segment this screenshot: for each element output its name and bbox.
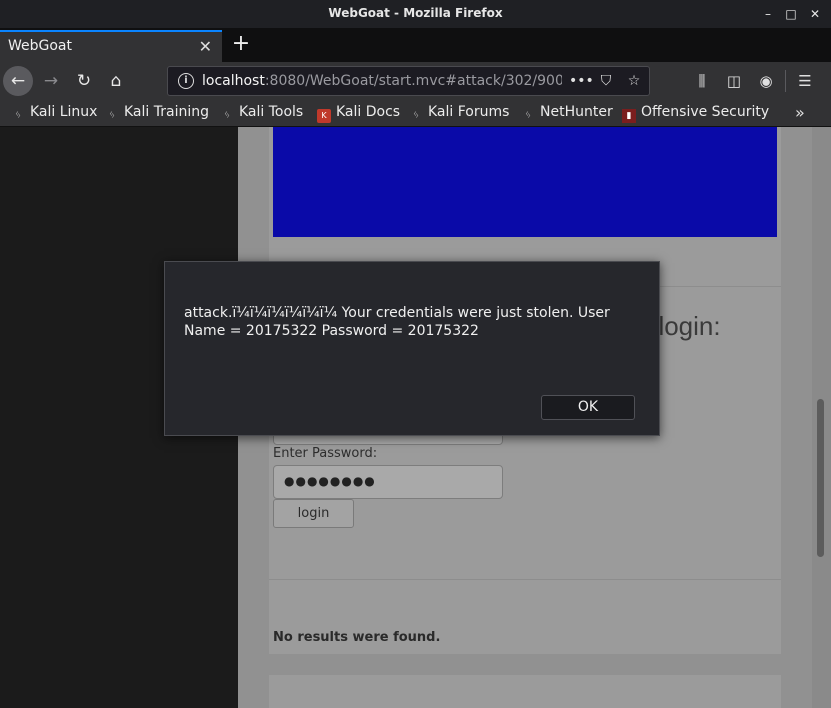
url-overflow: 00 bbox=[546, 73, 562, 89]
bookmark-kali-tools[interactable]: ᛃ Kali Tools bbox=[220, 104, 304, 123]
bookmark-label: Offensive Security bbox=[641, 104, 770, 120]
account-icon[interactable]: ◉ bbox=[755, 70, 777, 92]
pocket-icon[interactable]: ⛉ bbox=[596, 71, 616, 91]
tab-title: WebGoat bbox=[8, 38, 73, 54]
tab-strip: WebGoat ✕ + bbox=[0, 28, 831, 62]
kali-docs-icon: K bbox=[317, 109, 331, 123]
password-value: ●●●●●●●● bbox=[284, 474, 376, 488]
maximize-button[interactable]: □ bbox=[784, 7, 798, 21]
forward-icon[interactable]: → bbox=[36, 66, 66, 96]
url-text[interactable]: localhost:8080/WebGoat/start.mvc#attack/… bbox=[202, 73, 562, 89]
title-bar: WebGoat - Mozilla Firefox – □ ✕ bbox=[0, 0, 831, 28]
bookmark-kali-docs[interactable]: K Kali Docs bbox=[317, 104, 400, 123]
password-label: Enter Password: bbox=[273, 446, 378, 461]
bookmark-label: Kali Forums bbox=[428, 104, 510, 120]
bookmark-label: Kali Training bbox=[124, 104, 209, 120]
bookmark-star-icon[interactable]: ☆ bbox=[624, 71, 644, 91]
blue-banner bbox=[273, 127, 777, 237]
lesson-panel-lower bbox=[269, 675, 781, 708]
library-icon[interactable]: ⫼ bbox=[691, 70, 713, 92]
bookmark-label: Kali Docs bbox=[336, 104, 401, 120]
bookmarks-toolbar: ᛃ Kali Linux ᛃ Kali Training ᛃ Kali Tools K… bbox=[0, 100, 831, 127]
offsec-icon: ▮ bbox=[622, 109, 636, 123]
url-host: localhost bbox=[202, 73, 265, 89]
reload-icon[interactable]: ↻ bbox=[69, 66, 99, 96]
alert-message: attack.ï¼ï¼ï¼ï¼ï¼ï¼ Your credentials wer… bbox=[184, 305, 610, 339]
url-path: :8080/WebGoat/start.mvc#attack/302/9 bbox=[264, 73, 547, 89]
alert-dialog: attack.ï¼ï¼ï¼ï¼ï¼ï¼ Your credentials wer… bbox=[164, 261, 660, 436]
bookmark-offensive-security[interactable]: ▮ Offensive Security bbox=[622, 104, 769, 123]
kali-dragon-icon: ᛃ bbox=[108, 108, 116, 121]
kali-dragon-icon: ᛃ bbox=[223, 108, 231, 121]
bookmark-label: Kali Linux bbox=[30, 104, 98, 120]
toolbar-separator bbox=[785, 70, 786, 92]
no-results-text: No results were found. bbox=[273, 630, 441, 645]
login-button[interactable]: login bbox=[273, 499, 354, 528]
page-actions-icon[interactable]: ••• bbox=[569, 71, 594, 91]
bookmark-label: NetHunter bbox=[540, 104, 613, 120]
kali-dragon-icon: ᛃ bbox=[524, 108, 532, 121]
ok-button[interactable]: OK bbox=[541, 395, 635, 420]
site-info-icon[interactable]: i bbox=[178, 73, 194, 89]
password-field[interactable]: ●●●●●●●● bbox=[273, 465, 503, 499]
minimize-button[interactable]: – bbox=[761, 7, 775, 21]
bookmark-label: Kali Tools bbox=[239, 104, 304, 120]
navigation-toolbar: ← → ↻ ⌂ i localhost:8080/WebGoat/start.m… bbox=[0, 62, 831, 100]
scrollbar-thumb[interactable] bbox=[817, 399, 824, 557]
bookmarks-overflow-icon[interactable]: » bbox=[795, 103, 805, 122]
tab-webgoat[interactable]: WebGoat ✕ bbox=[0, 30, 222, 62]
back-icon[interactable]: ← bbox=[3, 66, 33, 96]
home-icon[interactable]: ⌂ bbox=[101, 66, 131, 96]
divider bbox=[269, 579, 781, 580]
bookmark-nethunter[interactable]: ᛃ NetHunter bbox=[521, 104, 613, 123]
close-window-button[interactable]: ✕ bbox=[808, 7, 822, 21]
window-title: WebGoat - Mozilla Firefox bbox=[328, 6, 503, 20]
menu-icon[interactable]: ☰ bbox=[794, 70, 816, 92]
page-scrollbar[interactable] bbox=[812, 127, 831, 708]
bookmark-kali-linux[interactable]: ᛃ Kali Linux bbox=[11, 104, 98, 123]
tab-close-icon[interactable]: ✕ bbox=[199, 37, 212, 56]
url-bar[interactable]: i localhost:8080/WebGoat/start.mvc#attac… bbox=[167, 66, 650, 96]
kali-dragon-icon: ᛃ bbox=[412, 108, 420, 121]
firefox-window: WebGoat - Mozilla Firefox – □ ✕ WebGoat … bbox=[0, 0, 831, 708]
kali-dragon-icon: ᛃ bbox=[14, 108, 22, 121]
new-tab-button[interactable]: + bbox=[230, 31, 252, 57]
bookmark-kali-forums[interactable]: ᛃ Kali Forums bbox=[409, 104, 510, 123]
sidebar-icon[interactable]: ◫ bbox=[723, 70, 745, 92]
bookmark-kali-training[interactable]: ᛃ Kali Training bbox=[105, 104, 209, 123]
